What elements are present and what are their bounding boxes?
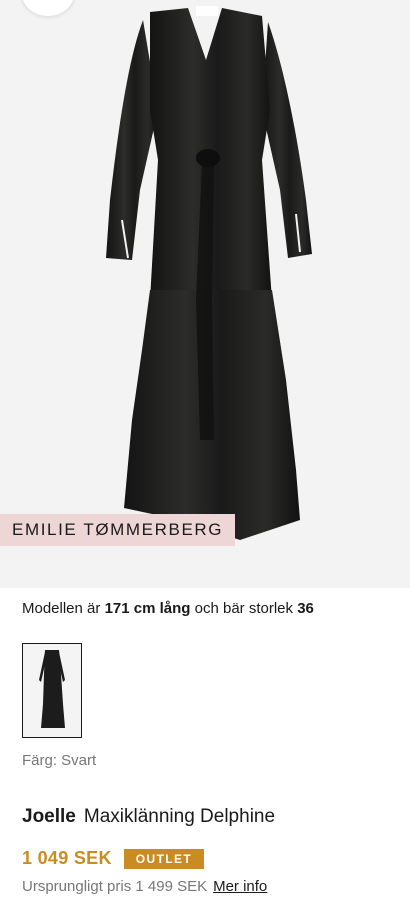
product-title: Joelle Maxiklänning Delphine xyxy=(22,806,275,828)
sale-price: 1 049 SEK xyxy=(22,848,112,868)
model-info-middle: och bär storlek xyxy=(194,600,294,617)
original-price-row: Ursprungligt pris 1 499 SEK Mer info xyxy=(22,878,267,895)
more-info-link[interactable]: Mer info xyxy=(213,878,267,895)
thumbnail-image xyxy=(39,650,65,728)
product-name: Maxiklänning Delphine xyxy=(83,806,276,827)
original-price: Ursprungligt pris 1 499 SEK xyxy=(22,878,208,895)
model-info-prefix: Modellen är xyxy=(22,600,101,617)
model-info: Modellen är 171 cm lång och bär storlek … xyxy=(22,600,314,617)
color-thumbnail-selected[interactable] xyxy=(22,643,82,738)
product-image[interactable] xyxy=(0,0,410,588)
product-image-area[interactable]: EMILIE TØMMERBERG xyxy=(0,0,410,588)
brand-name: Joelle xyxy=(22,806,76,827)
outlet-badge: OUTLET xyxy=(123,848,205,869)
model-height: 171 cm lång xyxy=(104,600,191,617)
model-size: 36 xyxy=(297,600,314,617)
price-row: 1 049 SEK OUTLET xyxy=(22,848,205,869)
influencer-label: EMILIE TØMMERBERG xyxy=(0,514,236,546)
color-label: Färg: Svart xyxy=(22,752,97,769)
